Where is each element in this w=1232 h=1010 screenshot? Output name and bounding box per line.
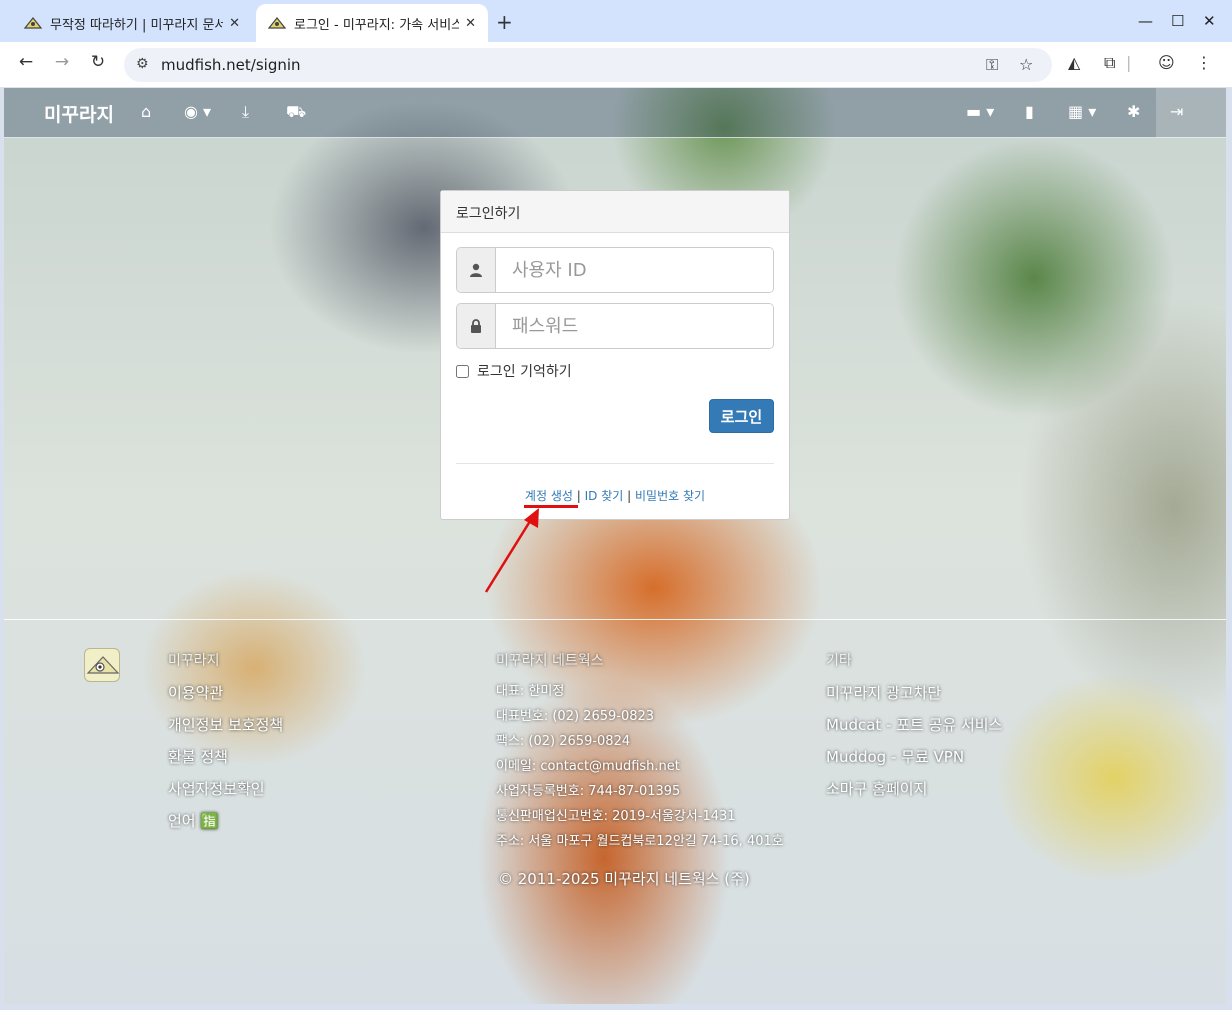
password-group (456, 303, 774, 349)
refund-link[interactable]: 환불 정책 (168, 746, 283, 778)
username-group (456, 247, 774, 293)
address-text: 주소: 서울 마포구 월드컵북로12안길 74-16, 401호 (496, 834, 784, 849)
login-panel: 로그인하기 로그인 기억하기 로그인 계정 생성 | ID 찾기 | 비밀번호 … (440, 190, 790, 520)
close-tab-icon[interactable]: ✕ (465, 16, 476, 31)
language-link[interactable]: 언어 🈯 (168, 810, 283, 842)
chat-icon[interactable]: ▬ ▾ (966, 102, 994, 121)
reload-icon[interactable]: ↻ (86, 52, 110, 72)
book-icon[interactable]: ▮ (1025, 102, 1034, 121)
tab-title: 무작정 따라하기 | 미꾸라지 문서 (50, 17, 224, 33)
tab-docs[interactable]: 무작정 따라하기 | 미꾸라지 문서 ✕ (12, 4, 252, 42)
login-icon: ⇥ (1170, 102, 1184, 121)
asterisk-icon[interactable]: ✱ (1127, 102, 1140, 121)
muddog-link[interactable]: Muddog - 무료 VPN (826, 746, 1002, 778)
close-window-icon[interactable]: ✕ (1203, 12, 1216, 30)
link-separator: | (576, 489, 581, 503)
remember-me[interactable]: 로그인 기억하기 (456, 361, 572, 381)
copyright-text: © 2011-2025 미꾸라지 네트웍스 (주) (498, 870, 750, 888)
cart-icon[interactable]: ⛟ (286, 102, 306, 123)
panel-title: 로그인하기 (441, 191, 789, 233)
nav-login-active[interactable]: ⇥ (1156, 88, 1226, 138)
business-info-link[interactable]: 사업자정보확인 (168, 778, 283, 810)
find-password-link[interactable]: 비밀번호 찾기 (635, 489, 705, 503)
remember-checkbox[interactable] (456, 364, 469, 378)
globe-icon[interactable]: ◉ ▾ (184, 102, 211, 121)
password-input[interactable] (496, 304, 773, 348)
annotation-arrow-icon (484, 508, 539, 593)
ecommerce-reg-text: 통신판매업신고번호: 2019-서울강서-1431 (496, 809, 736, 824)
footer-heading: 미꾸라지 네트웍스 (496, 653, 604, 669)
footer-col-company: 미꾸라지 네트웍스 대표: 한미정 대표번호: (02) 2659-0823 팩… (496, 650, 784, 855)
mudfish-favicon-icon (268, 17, 286, 29)
mudfish-favicon-icon (24, 17, 42, 29)
phone-text: 대표번호: (02) 2659-0823 (496, 709, 655, 724)
tab-title: 로그인 - 미꾸라지: 가속 서비스 (294, 17, 460, 33)
brand-logo-text[interactable]: 미꾸라지 (44, 100, 114, 127)
somagu-link[interactable]: 소마구 홈페이지 (826, 778, 1002, 810)
fax-text: 팩스: (02) 2659-0824 (496, 734, 631, 749)
minimize-icon[interactable]: — (1138, 12, 1153, 30)
puzzle-icon[interactable]: ⧉ (1104, 53, 1115, 73)
create-account-link[interactable]: 계정 생성 (525, 489, 573, 503)
tab-signin[interactable]: 로그인 - 미꾸라지: 가속 서비스 ✕ (256, 4, 488, 42)
address-bar[interactable]: ⚙ mudfish.net/signin ⚿ ☆ (124, 48, 1052, 82)
menu-dots-icon[interactable]: ⋮ (1196, 53, 1212, 72)
site-navbar: 미꾸라지 ⌂ ◉ ▾ ⤓ ⛟ ▬ ▾ ▮ ▦ ▾ ✱ ⇥ (4, 88, 1226, 138)
home-icon[interactable]: ⌂ (141, 102, 151, 121)
username-input[interactable] (496, 248, 773, 292)
footer-heading: 기타 (826, 653, 852, 669)
footer-col-mudfish: 미꾸라지 이용약관 개인정보 보호정책 환불 정책 사업자정보확인 언어 🈯 (168, 650, 283, 842)
footer-heading: 미꾸라지 (168, 653, 220, 669)
back-arrow-icon[interactable]: ← (14, 52, 38, 72)
profile-avatar-icon[interactable]: ☺ (1158, 53, 1175, 72)
footer-divider (4, 619, 1226, 620)
browser-toolbar: ← → ↻ ⚙ mudfish.net/signin ⚿ ☆ ◭ ⧉ | ☺ ⋮ (0, 42, 1232, 88)
privacy-link[interactable]: 개인정보 보호정책 (168, 714, 283, 746)
toolbar-divider: | (1126, 53, 1132, 72)
download-icon[interactable]: ⤓ (242, 102, 249, 122)
find-id-link[interactable]: ID 찾기 (585, 489, 624, 503)
page-background: 미꾸라지 ⌂ ◉ ▾ ⤓ ⛟ ▬ ▾ ▮ ▦ ▾ ✱ ⇥ 로그인하기 로그인 기 (4, 88, 1226, 1004)
lock-icon (457, 304, 496, 348)
close-tab-icon[interactable]: ✕ (229, 16, 240, 31)
adblock-link[interactable]: 미꾸라지 광고차단 (826, 682, 1002, 714)
biz-reg-text: 사업자등록번호: 744-87-01395 (496, 784, 681, 799)
maximize-icon[interactable]: ☐ (1171, 12, 1184, 30)
ceo-text: 대표: 한미정 (496, 684, 565, 699)
terms-link[interactable]: 이용약관 (168, 682, 283, 714)
forward-arrow-icon[interactable]: → (50, 52, 74, 72)
bookmark-star-icon[interactable]: ☆ (1019, 55, 1033, 74)
url-text[interactable]: mudfish.net/signin (161, 56, 301, 74)
login-button[interactable]: 로그인 (709, 399, 774, 433)
account-links: 계정 생성 | ID 찾기 | 비밀번호 찾기 (441, 487, 789, 504)
footer-col-etc: 기타 미꾸라지 광고차단 Mudcat - 포트 공유 서비스 Muddog -… (826, 650, 1002, 810)
apps-grid-icon[interactable]: ▦ ▾ (1068, 102, 1096, 121)
panel-divider (456, 463, 774, 464)
extension-icon[interactable]: ◭ (1068, 53, 1080, 72)
mudfish-logo-icon (84, 648, 120, 682)
remember-label: 로그인 기억하기 (477, 364, 572, 380)
user-icon (457, 248, 496, 292)
password-key-icon[interactable]: ⚿ (986, 55, 998, 75)
email-text: 이메일: contact@mudfish.net (496, 759, 680, 774)
site-info-icon[interactable]: ⚙ (136, 56, 149, 72)
browser-tab-strip: 무작정 따라하기 | 미꾸라지 문서 ✕ 로그인 - 미꾸라지: 가속 서비스 … (0, 0, 1232, 42)
link-separator: | (627, 489, 632, 503)
mudcat-link[interactable]: Mudcat - 포트 공유 서비스 (826, 714, 1002, 746)
new-tab-button[interactable]: + (496, 10, 513, 34)
